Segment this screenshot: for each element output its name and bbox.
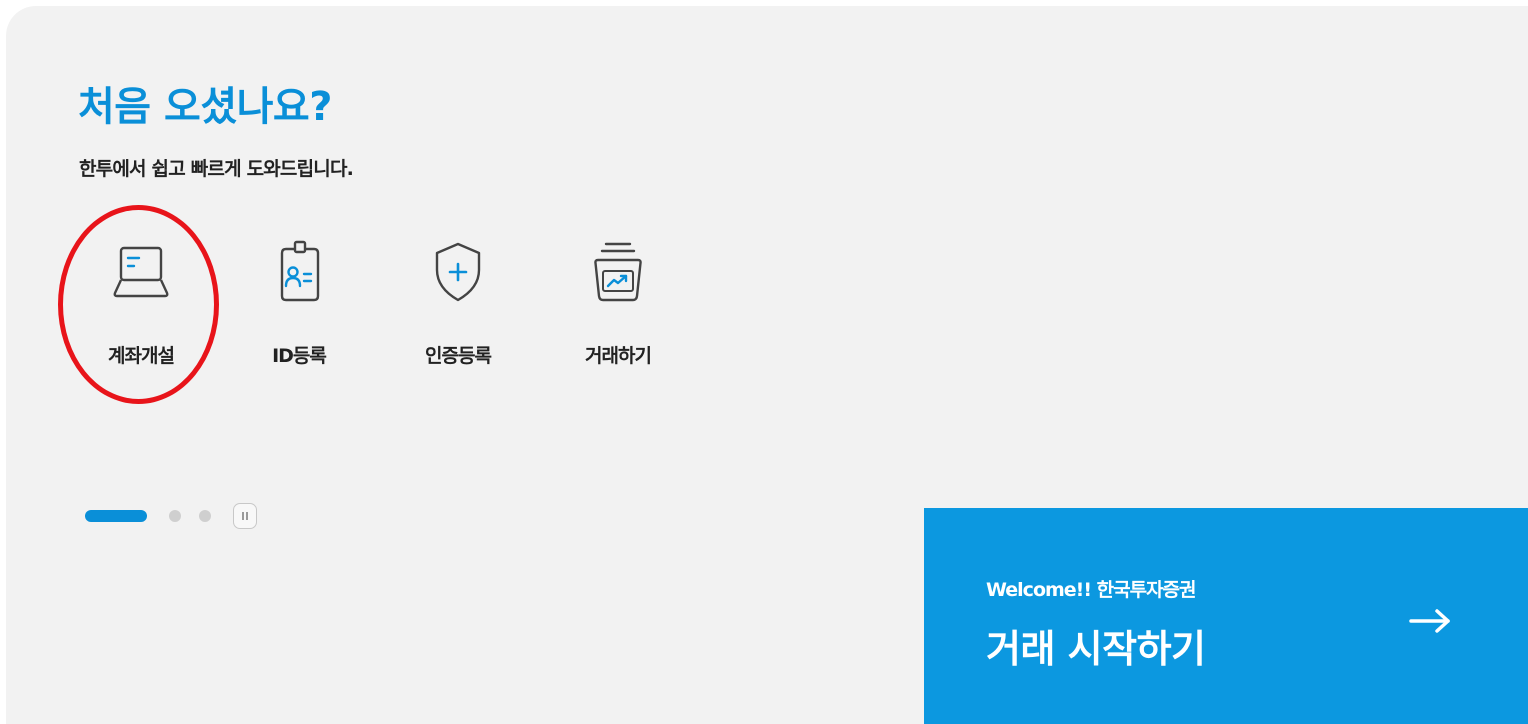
page-subtitle: 한투에서 쉽고 빠르게 도와드립니다.	[79, 158, 354, 180]
menu-item-trade[interactable]: 거래하기	[538, 238, 698, 378]
page-title: 처음 오셨나요?	[78, 84, 332, 130]
id-card-icon	[280, 240, 320, 302]
laptop-icon	[113, 246, 169, 298]
welcome-panel: 처음 오셨나요? 한투에서 쉽고 빠르게 도와드립니다. 계좌개설 ID등록 인…	[6, 6, 1528, 724]
pager-dot[interactable]	[169, 510, 181, 522]
menu-item-cert-register[interactable]: 인증등록	[378, 238, 538, 378]
pause-icon[interactable]	[233, 503, 257, 529]
menu-item-open-account[interactable]: 계좌개설	[61, 238, 221, 378]
shield-plus-icon	[435, 242, 481, 302]
cta-action-text: 거래 시작하기	[986, 627, 1206, 671]
pager-dot[interactable]	[199, 510, 211, 522]
menu-item-label: 인증등록	[425, 345, 492, 367]
trading-stack-icon	[594, 242, 642, 302]
menu-item-label: ID등록	[272, 345, 327, 367]
start-trading-button[interactable]: Welcome!! 한국투자증권 거래 시작하기	[924, 508, 1528, 724]
menu-item-label: 계좌개설	[108, 345, 175, 367]
menu-item-id-register[interactable]: ID등록	[219, 238, 379, 378]
arrow-right-icon	[1409, 609, 1450, 633]
menu-item-label: 거래하기	[585, 345, 652, 367]
pager-dot-active[interactable]	[85, 510, 147, 522]
cta-welcome-text: Welcome!! 한국투자증권	[986, 579, 1197, 601]
